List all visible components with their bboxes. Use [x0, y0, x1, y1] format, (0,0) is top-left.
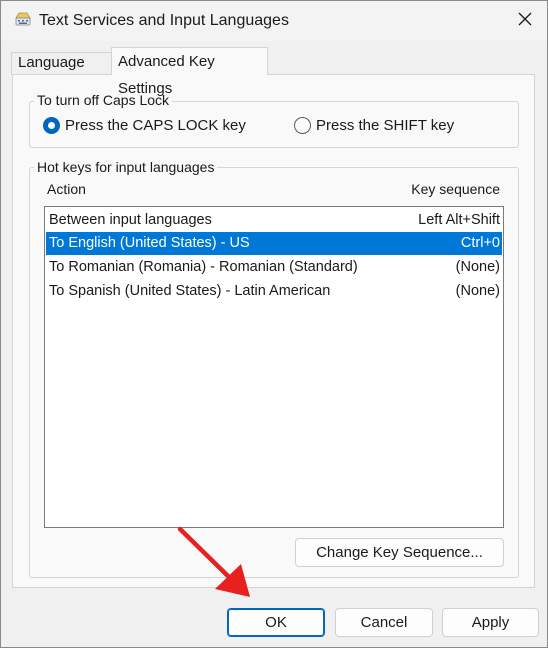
radio-shift-key[interactable]: Press the SHIFT key — [294, 117, 454, 134]
radio-label: Press the CAPS LOCK key — [65, 117, 246, 134]
close-icon — [518, 12, 532, 31]
list-item[interactable]: Between input languages Left Alt+Shift — [46, 209, 502, 232]
tab-panel: To turn off Caps Lock Press the CAPS LOC… — [12, 74, 535, 588]
list-item-keys: Ctrl+0 — [460, 235, 500, 251]
window-title: Text Services and Input Languages — [39, 12, 289, 29]
list-item-keys: (None) — [455, 259, 500, 275]
radio-caps-lock-key[interactable]: Press the CAPS LOCK key — [43, 117, 246, 134]
tab-language-bar[interactable]: Language Bar — [11, 52, 113, 91]
close-button[interactable] — [503, 1, 547, 41]
keyboard-icon — [13, 10, 33, 30]
dialog-window: Text Services and Input Languages Langua… — [0, 0, 548, 648]
list-item[interactable]: To English (United States) - US Ctrl+0 — [46, 232, 502, 255]
column-header-action: Action — [47, 181, 86, 197]
list-item-keys: (None) — [455, 283, 500, 299]
hotkeys-list[interactable]: Between input languages Left Alt+Shift T… — [44, 206, 504, 528]
column-header-key-sequence: Key sequence — [411, 181, 500, 197]
change-key-sequence-button[interactable]: Change Key Sequence... — [295, 538, 504, 567]
ok-button[interactable]: OK — [227, 608, 325, 637]
list-item-keys: Left Alt+Shift — [418, 212, 500, 228]
list-item-action: To Romanian (Romania) - Romanian (Standa… — [49, 259, 358, 275]
cancel-button[interactable]: Cancel — [335, 608, 433, 637]
title-bar: Text Services and Input Languages — [1, 1, 547, 41]
list-item[interactable]: To Romanian (Romania) - Romanian (Standa… — [46, 256, 502, 279]
list-item-action: Between input languages — [49, 212, 212, 228]
list-item[interactable]: To Spanish (United States) - Latin Ameri… — [46, 280, 502, 303]
hotkeys-group-title: Hot keys for input languages — [34, 159, 218, 175]
radio-label: Press the SHIFT key — [316, 117, 455, 134]
radio-selected-icon — [43, 117, 60, 134]
radio-unselected-icon — [294, 117, 311, 134]
apply-button[interactable]: Apply — [442, 608, 539, 637]
list-item-action: To English (United States) - US — [49, 235, 250, 251]
tab-advanced-key-settings[interactable]: Advanced Key Settings — [111, 47, 268, 97]
list-item-action: To Spanish (United States) - Latin Ameri… — [49, 283, 331, 299]
